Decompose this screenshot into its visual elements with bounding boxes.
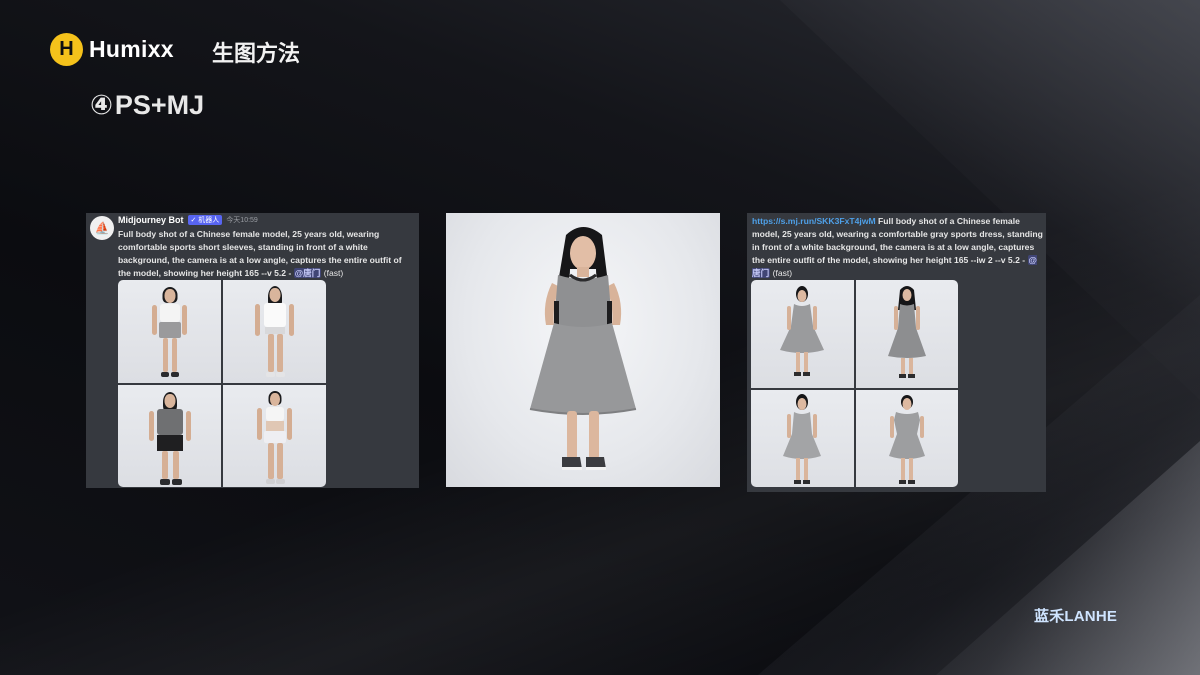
mode-label: (fast) <box>323 268 344 278</box>
mode-label: (fast) <box>772 268 793 278</box>
prompt-body: Full body shot of a Chinese female model… <box>118 229 402 278</box>
dress-figure <box>888 286 926 378</box>
bot-name[interactable]: Midjourney Bot <box>118 215 184 225</box>
logo-icon: H <box>50 33 83 66</box>
grid-image-1[interactable] <box>118 280 221 383</box>
grid-image-4[interactable] <box>223 384 326 487</box>
model-figure <box>529 227 637 470</box>
step-number: ④ <box>90 90 113 120</box>
midjourney-message-right: https://s.mj.run/SKK3FxT4jwM Full body s… <box>747 213 1046 492</box>
grid-image-4[interactable] <box>856 390 958 487</box>
dress-figure <box>889 395 925 484</box>
message-time: 今天10:59 <box>226 217 258 224</box>
grid-image-2[interactable] <box>856 280 958 388</box>
message-header: Midjourney Bot ✓ 机器人 今天10:59 <box>118 215 258 225</box>
grid-image-2[interactable] <box>223 280 326 383</box>
grid-image-3[interactable] <box>118 384 221 487</box>
midjourney-message-left: ⛵ Midjourney Bot ✓ 机器人 今天10:59 Full body… <box>86 213 419 488</box>
bot-badge: ✓ 机器人 <box>187 215 223 225</box>
logo: H Humixx <box>50 33 174 66</box>
footer-brand: 蓝禾LANHE <box>1034 608 1118 625</box>
user-mention[interactable]: @唐门 <box>293 268 322 278</box>
image-link[interactable]: https://s.mj.run/SKK3FxT4jwM <box>752 216 876 226</box>
result-photo[interactable] <box>446 213 720 487</box>
dress-figure <box>780 286 824 376</box>
section-title: 生图方法 <box>212 41 301 66</box>
step-label: PS+MJ <box>114 90 205 120</box>
image-grid[interactable] <box>118 280 326 487</box>
image-grid[interactable] <box>751 280 958 487</box>
step-title: ④ PS+MJ <box>90 90 204 121</box>
grid-image-1[interactable] <box>751 280 854 388</box>
dress-figure <box>783 394 821 484</box>
grid-image-3[interactable] <box>751 390 854 487</box>
prompt-text: Full body shot of a Chinese female model… <box>118 228 414 280</box>
bot-avatar[interactable]: ⛵ <box>90 216 114 240</box>
prompt-text: https://s.mj.run/SKK3FxT4jwM Full body s… <box>752 215 1044 280</box>
logo-text: Humixx <box>89 36 174 62</box>
